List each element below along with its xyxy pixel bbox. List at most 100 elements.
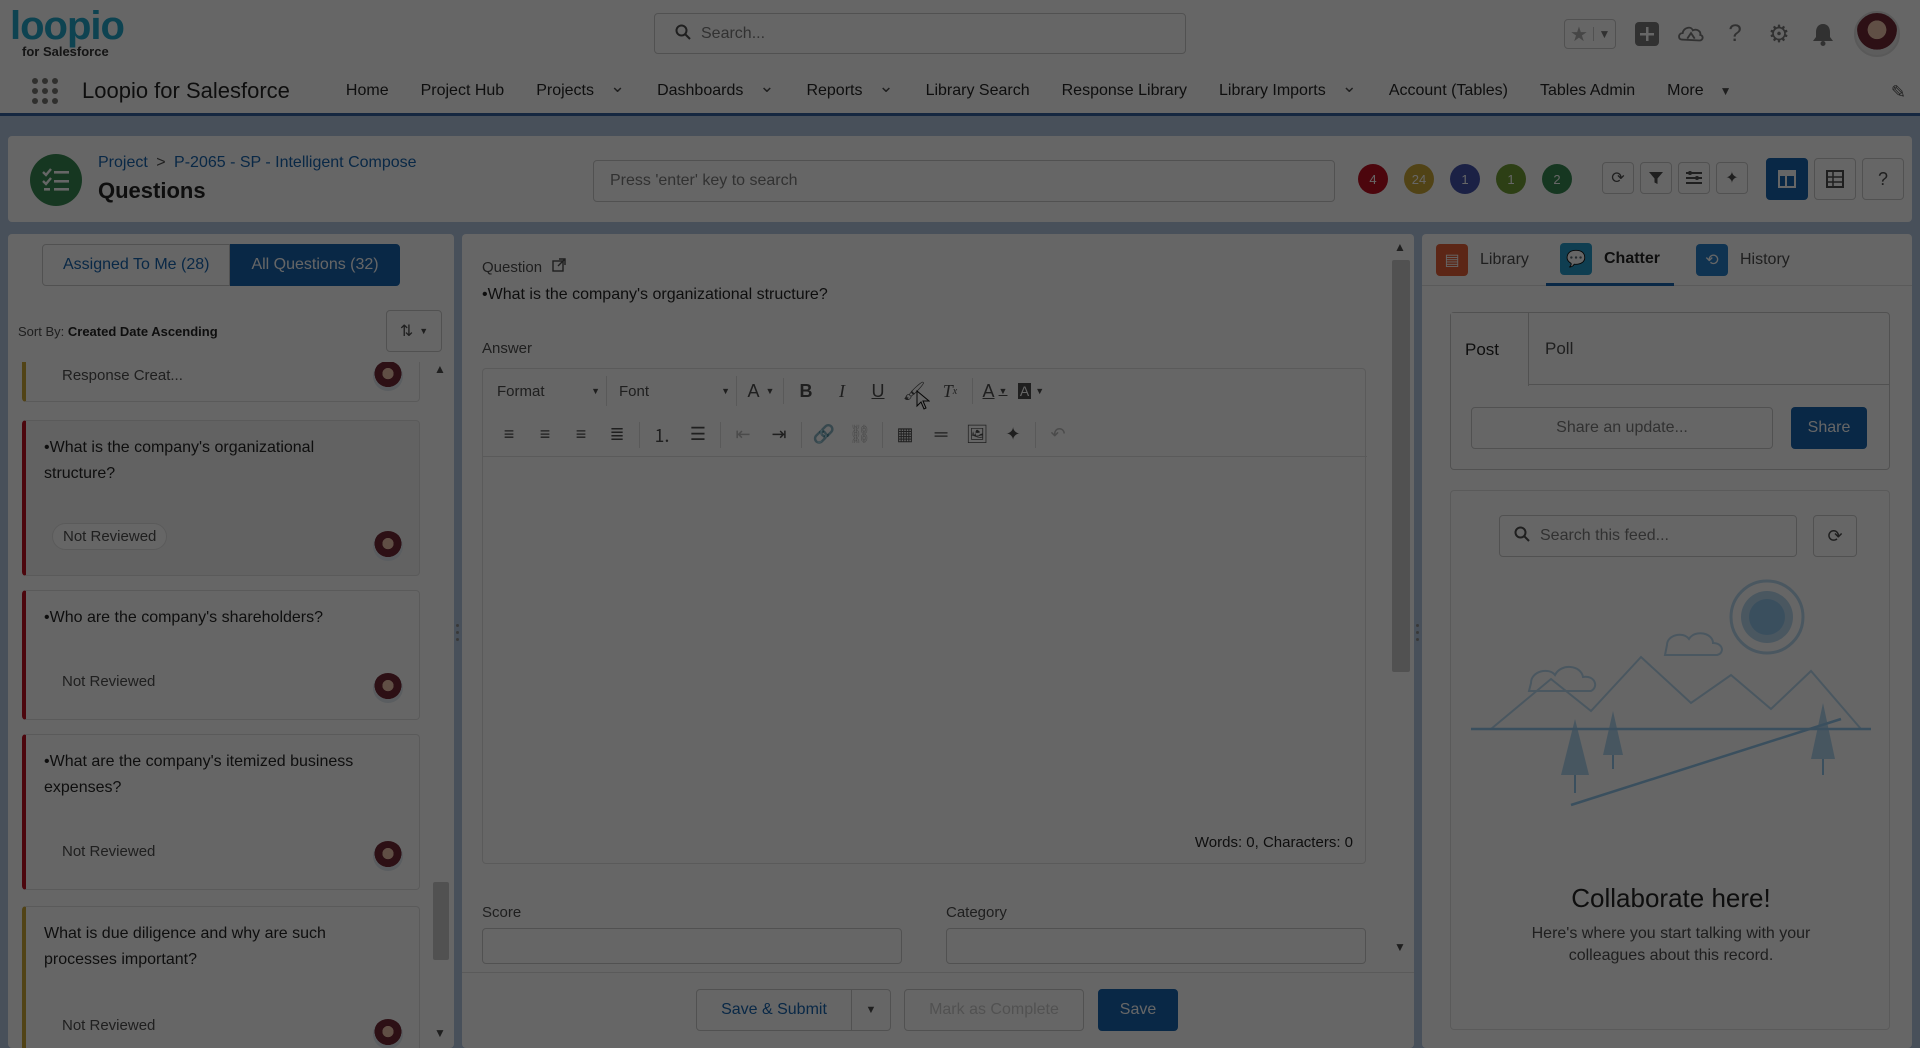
justify-icon[interactable]: ≣ (599, 420, 635, 450)
sort-button[interactable]: ⇅ ▼ (386, 310, 442, 352)
filter-button[interactable] (1640, 162, 1672, 194)
link-icon[interactable]: 🔗 (806, 420, 842, 450)
detail-scrollbar[interactable]: ▲ ▼ (1390, 240, 1410, 960)
save-button[interactable]: Save (1098, 989, 1178, 1031)
nav-item-reports[interactable]: Reports ⌄ (790, 67, 909, 115)
app-launcher-icon[interactable] (30, 76, 60, 106)
external-link-icon[interactable] (552, 258, 566, 276)
scroll-thumb[interactable] (433, 882, 449, 960)
global-search-input[interactable] (701, 24, 1141, 43)
nav-more[interactable]: More ▼ (1651, 67, 1747, 115)
chevron-down-icon[interactable]: ⌄ (878, 76, 893, 97)
answer-editor-body[interactable] (483, 459, 1365, 819)
breadcrumb-project-link[interactable]: P-2065 - SP - Intelligent Compose (174, 154, 417, 171)
share-update-input[interactable]: Share an update... (1471, 407, 1773, 449)
status-badge[interactable]: 2 (1542, 164, 1572, 194)
question-card-2[interactable]: •Who are the company's shareholders? Not… (22, 590, 420, 720)
post-tab[interactable]: Post (1451, 313, 1529, 386)
nav-item-library-search[interactable]: Library Search (910, 67, 1046, 115)
right-splitter-handle[interactable] (1414, 620, 1420, 656)
nav-item-response-library[interactable]: Response Library (1046, 67, 1203, 115)
split-view-button[interactable] (1766, 158, 1808, 200)
save-submit-button[interactable]: Save & Submit (696, 989, 852, 1031)
nav-item-account-tables[interactable]: Account (Tables) (1373, 67, 1524, 115)
status-badge[interactable]: 1 (1496, 164, 1526, 194)
highlight-color-icon[interactable]: A ▼ (1013, 376, 1049, 406)
table-icon[interactable]: ▦ (887, 420, 923, 450)
scroll-up-icon[interactable]: ▲ (434, 362, 446, 376)
numbered-list-icon[interactable]: ⒈ (644, 420, 680, 450)
mark-complete-button[interactable]: Mark as Complete (904, 989, 1084, 1031)
save-submit-menu-button[interactable]: ▼ (851, 989, 891, 1031)
font-dropdown[interactable]: Font ▼ (613, 376, 737, 406)
favorites-group[interactable]: ★ ▼ (1564, 19, 1616, 49)
question-card-3[interactable]: •What are the company's itemized busines… (22, 734, 420, 890)
bell-icon[interactable] (1810, 21, 1836, 47)
sparkle-icon[interactable]: ✦ (1716, 162, 1748, 194)
outdent-icon[interactable]: ⇤ (725, 420, 761, 450)
nav-item-library-imports[interactable]: Library Imports ⌄ (1203, 67, 1373, 115)
format-dropdown[interactable]: Format ▼ (491, 376, 607, 406)
bulleted-list-icon[interactable]: ☰ (680, 420, 716, 450)
tab-library[interactable]: ▤ Library (1422, 234, 1543, 286)
align-center-icon[interactable]: ≡ (527, 420, 563, 450)
star-icon[interactable]: ★ (1565, 22, 1593, 47)
poll-tab[interactable]: Poll (1531, 313, 1587, 385)
question-search-input[interactable] (593, 160, 1335, 202)
question-card-4[interactable]: What is due diligence and why are such p… (22, 906, 420, 1048)
nav-item-dashboards[interactable]: Dashboards ⌄ (641, 67, 790, 115)
status-badge[interactable]: 4 (1358, 164, 1388, 194)
global-search-box[interactable] (654, 13, 1186, 54)
nav-item-project-hub[interactable]: Project Hub (405, 67, 521, 115)
trailhead-icon[interactable] (1678, 21, 1704, 47)
global-add-icon[interactable] (1634, 21, 1660, 47)
share-button[interactable]: Share (1791, 407, 1867, 449)
bold-icon[interactable]: B (788, 376, 824, 406)
scroll-thumb[interactable] (1392, 260, 1410, 672)
question-card-1[interactable]: •What is the company's organizational st… (22, 420, 420, 576)
chevron-down-icon[interactable]: ⌄ (610, 76, 625, 97)
tab-history[interactable]: ⟲ History (1682, 234, 1804, 286)
all-questions-button[interactable]: All Questions (32) (230, 244, 400, 286)
bulk-edit-button[interactable] (1678, 162, 1710, 194)
loopio-logo[interactable]: loopio for Salesforce (10, 6, 134, 64)
left-splitter-handle[interactable] (454, 620, 460, 656)
unlink-icon[interactable]: ⛓ (842, 420, 878, 450)
horizontal-rule-icon[interactable]: ═ (923, 420, 959, 450)
tab-chatter[interactable]: 💬 Chatter (1546, 234, 1675, 286)
scroll-up-icon[interactable]: ▲ (1394, 240, 1406, 254)
image-icon[interactable]: 🖼 (959, 420, 995, 450)
scroll-down-icon[interactable]: ▼ (1394, 940, 1406, 954)
feed-search-input[interactable]: Search this feed... (1499, 515, 1797, 557)
undo-icon[interactable]: ↶ (1040, 420, 1076, 450)
table-view-button[interactable] (1814, 158, 1856, 200)
help-button[interactable]: ? (1862, 158, 1904, 200)
assigned-to-me-button[interactable]: Assigned To Me (28) (42, 244, 231, 286)
align-right-icon[interactable]: ≡ (563, 420, 599, 450)
category-field[interactable] (946, 928, 1366, 964)
underline-icon[interactable]: U (860, 376, 896, 406)
gear-icon[interactable]: ⚙ (1766, 21, 1792, 48)
refresh-button[interactable]: ⟳ (1602, 162, 1634, 194)
scroll-down-icon[interactable]: ▼ (434, 1026, 446, 1040)
text-color-icon[interactable]: A ▼ (977, 376, 1013, 406)
nav-item-projects[interactable]: Projects ⌄ (520, 67, 641, 115)
nav-item-tables-admin[interactable]: Tables Admin (1524, 67, 1651, 115)
status-badge[interactable]: 24 (1404, 164, 1434, 194)
score-field[interactable] (482, 928, 902, 964)
chevron-down-icon[interactable]: ⌄ (759, 76, 774, 97)
pencil-icon[interactable]: ✎ (1891, 82, 1906, 103)
question-card-partial[interactable]: Response Creat... (22, 362, 420, 402)
status-badge[interactable]: 1 (1450, 164, 1480, 194)
breadcrumb-project-root[interactable]: Project (98, 154, 148, 171)
caret-down-icon[interactable]: ▼ (1593, 27, 1615, 41)
question-list-scrollbar[interactable]: ▲ ▼ (430, 362, 450, 1048)
font-size-icon[interactable]: A ▼ (743, 376, 779, 406)
user-avatar[interactable] (1854, 11, 1900, 57)
indent-icon[interactable]: ⇥ (761, 420, 797, 450)
nav-item-home[interactable]: Home (330, 67, 405, 115)
clear-formatting-icon[interactable]: Tx (932, 376, 968, 406)
answer-editor[interactable]: Format ▼ Font ▼ A ▼ B I U 🖌 Tx A ▼ A ▼ ≡ ≡ … (482, 368, 1367, 864)
align-left-icon[interactable]: ≡ (491, 420, 527, 450)
help-icon[interactable]: ? (1722, 20, 1748, 47)
